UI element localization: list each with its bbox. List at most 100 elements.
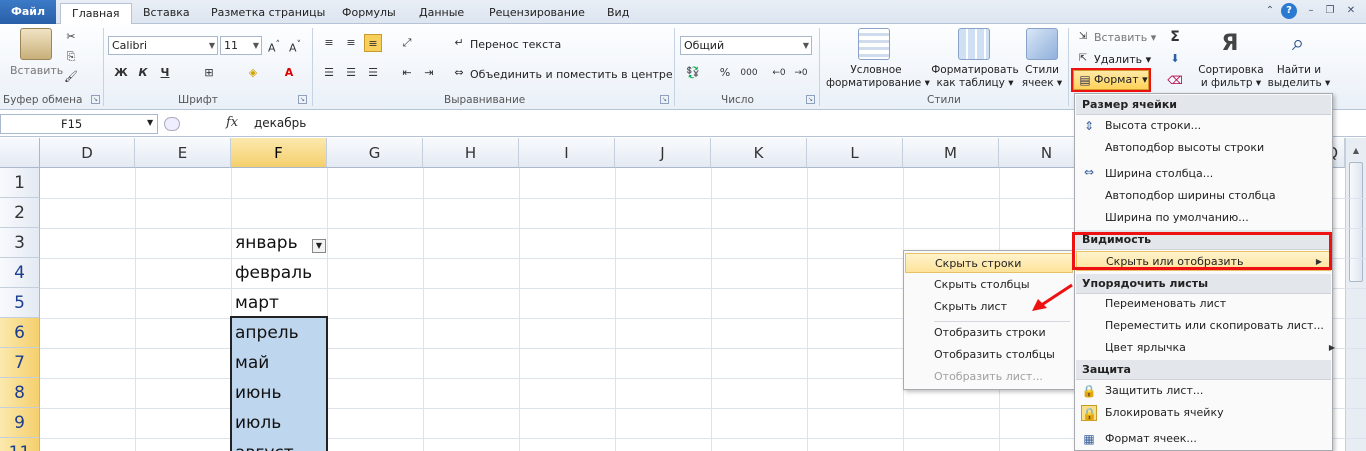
window-close-icon[interactable]: ✕ — [1343, 3, 1359, 19]
tab-view[interactable]: Вид — [596, 3, 640, 24]
alignment-launcher-icon[interactable]: ↘ — [660, 95, 669, 104]
insert-function-icon[interactable]: fx — [226, 115, 238, 130]
autosum-icon[interactable]: Σ — [1166, 28, 1184, 46]
align-bottom-icon[interactable]: ≡ — [364, 34, 382, 52]
increase-decimal-icon[interactable]: ←0 — [770, 64, 788, 82]
shrink-font-icon[interactable]: A˅ — [286, 36, 304, 55]
decrease-indent-icon[interactable]: ⇤ — [398, 64, 416, 82]
filter-dropdown-icon[interactable]: ▼ — [312, 239, 326, 253]
font-name-combo[interactable]: Calibri ▼ — [108, 36, 218, 55]
vertical-scrollbar[interactable]: ▲ — [1345, 138, 1366, 451]
row-header-4[interactable]: 4 — [0, 258, 40, 288]
column-header-l[interactable]: L — [807, 138, 903, 168]
menu-item-unhide-rows[interactable]: Отобразить строки — [934, 323, 1046, 343]
column-header-m[interactable]: M — [903, 138, 999, 168]
format-as-table-button[interactable]: Форматировать как таблицу ▾ — [928, 64, 1022, 90]
align-center-icon[interactable]: ☰ — [342, 64, 360, 82]
tab-formulas[interactable]: Формулы — [331, 3, 407, 24]
increase-indent-icon[interactable]: ⇥ — [420, 64, 438, 82]
menu-item-move-copy-sheet[interactable]: Переместить или скопировать лист... — [1105, 316, 1324, 336]
column-header-j[interactable]: J — [615, 138, 711, 168]
menu-item-hide-rows[interactable]: Скрыть строки — [905, 253, 1073, 273]
font-color-icon[interactable]: A — [280, 64, 298, 82]
row-header-8[interactable]: 8 — [0, 378, 40, 408]
row-header-6[interactable]: 6 — [0, 318, 40, 348]
fill-color-icon[interactable]: ◈ — [244, 64, 262, 82]
tab-page-layout[interactable]: Разметка страницы — [200, 3, 336, 24]
clear-icon[interactable]: ⌫ — [1166, 72, 1184, 90]
tab-file[interactable]: Файл — [0, 0, 56, 24]
row-header-11[interactable]: 11 — [0, 438, 40, 451]
menu-item-format-cells[interactable]: Формат ячеек... — [1105, 429, 1197, 449]
tab-insert[interactable]: Вставка — [132, 3, 201, 24]
window-restore-icon[interactable]: ❐ — [1322, 3, 1338, 19]
merge-icon[interactable]: ⇔ — [450, 64, 468, 82]
column-header-d[interactable]: D — [40, 138, 135, 168]
formula-content[interactable]: декабрь — [254, 116, 306, 130]
align-left-icon[interactable]: ☰ — [320, 64, 338, 82]
paste-icon[interactable] — [20, 28, 52, 60]
insert-cells-icon[interactable]: ⇲ — [1074, 28, 1092, 46]
menu-item-column-width[interactable]: Ширина столбца... — [1105, 164, 1213, 184]
format-as-table-icon[interactable] — [958, 28, 990, 60]
bold-button[interactable]: Ж — [112, 64, 130, 82]
menu-item-autofit-row[interactable]: Автоподбор высоты строки — [1105, 138, 1264, 158]
fill-icon[interactable]: ⬇ — [1166, 50, 1184, 68]
conditional-formatting-button[interactable]: Условное форматирование ▾ — [826, 64, 930, 90]
currency-icon[interactable]: 💱 — [684, 64, 702, 82]
menu-item-hide-columns[interactable]: Скрыть столбцы — [934, 275, 1030, 295]
paste-button[interactable]: Вставить — [10, 64, 63, 77]
font-size-combo[interactable]: 11 ▼ — [220, 36, 262, 55]
percent-button[interactable]: % — [716, 64, 734, 82]
orientation-icon[interactable]: ⤢ — [398, 34, 416, 52]
menu-item-lock-cell[interactable]: Блокировать ячейку — [1105, 403, 1224, 423]
find-select-icon[interactable]: ⌕ — [1282, 28, 1314, 60]
menu-item-autofit-column[interactable]: Автоподбор ширины столбца — [1105, 186, 1276, 206]
menu-item-tab-color[interactable]: Цвет ярлычка ▶ — [1105, 338, 1335, 358]
grow-font-icon[interactable]: A˄ — [265, 36, 283, 55]
cut-icon[interactable]: ✂ — [62, 28, 80, 46]
row-header-2[interactable]: 2 — [0, 198, 40, 228]
menu-item-row-height[interactable]: Высота строки... — [1105, 116, 1201, 136]
minimize-ribbon-icon[interactable]: ⌃ — [1262, 3, 1278, 19]
column-header-f[interactable]: F — [231, 138, 327, 168]
italic-button[interactable]: К — [134, 64, 152, 82]
window-minimize-icon[interactable]: – — [1303, 3, 1319, 19]
column-header-k[interactable]: K — [711, 138, 807, 168]
menu-item-default-width[interactable]: Ширина по умолчанию... — [1105, 208, 1249, 228]
align-middle-icon[interactable]: ≡ — [342, 34, 360, 52]
conditional-formatting-icon[interactable] — [858, 28, 890, 60]
column-header-e[interactable]: E — [135, 138, 231, 168]
underline-button[interactable]: Ч — [156, 64, 174, 82]
font-launcher-icon[interactable]: ↘ — [298, 95, 307, 104]
cell-styles-icon[interactable] — [1026, 28, 1058, 60]
menu-item-hide-sheet[interactable]: Скрыть лист — [934, 297, 1007, 317]
column-header-i[interactable]: I — [519, 138, 615, 168]
clipboard-launcher-icon[interactable]: ↘ — [91, 95, 100, 104]
delete-cells-button[interactable]: Удалить ▾ — [1094, 53, 1151, 66]
column-header-h[interactable]: H — [423, 138, 519, 168]
help-icon[interactable]: ? — [1281, 3, 1297, 19]
name-box[interactable]: F15 ▼ — [0, 114, 158, 134]
row-header-7[interactable]: 7 — [0, 348, 40, 378]
tab-review[interactable]: Рецензирование — [478, 3, 596, 24]
cell-f5[interactable]: март — [231, 288, 327, 318]
menu-item-rename-sheet[interactable]: Переименовать лист — [1105, 294, 1226, 314]
number-launcher-icon[interactable]: ↘ — [806, 95, 815, 104]
find-select-button[interactable]: Найти и выделить ▾ — [1264, 64, 1334, 90]
copy-icon[interactable]: ⎘ — [62, 48, 80, 66]
row-header-1[interactable]: 1 — [0, 168, 40, 198]
scroll-up-icon[interactable]: ▲ — [1349, 144, 1363, 158]
merge-center-button[interactable]: Объединить и поместить в центре — [470, 68, 673, 81]
row-header-5[interactable]: 5 — [0, 288, 40, 318]
thousands-separator-button[interactable]: 000 — [736, 64, 762, 82]
number-format-combo[interactable]: Общий ▼ — [680, 36, 812, 55]
delete-cells-icon[interactable]: ⇱ — [1074, 50, 1092, 68]
formula-bar-expand-icon[interactable] — [164, 117, 180, 131]
insert-cells-button[interactable]: Вставить ▾ — [1094, 31, 1156, 44]
menu-item-unhide-columns[interactable]: Отобразить столбцы — [934, 345, 1055, 365]
row-header-3[interactable]: 3 — [0, 228, 40, 258]
borders-icon[interactable]: ⊞ — [200, 64, 218, 82]
column-header-g[interactable]: G — [327, 138, 423, 168]
cell-f4[interactable]: февраль — [231, 258, 327, 288]
